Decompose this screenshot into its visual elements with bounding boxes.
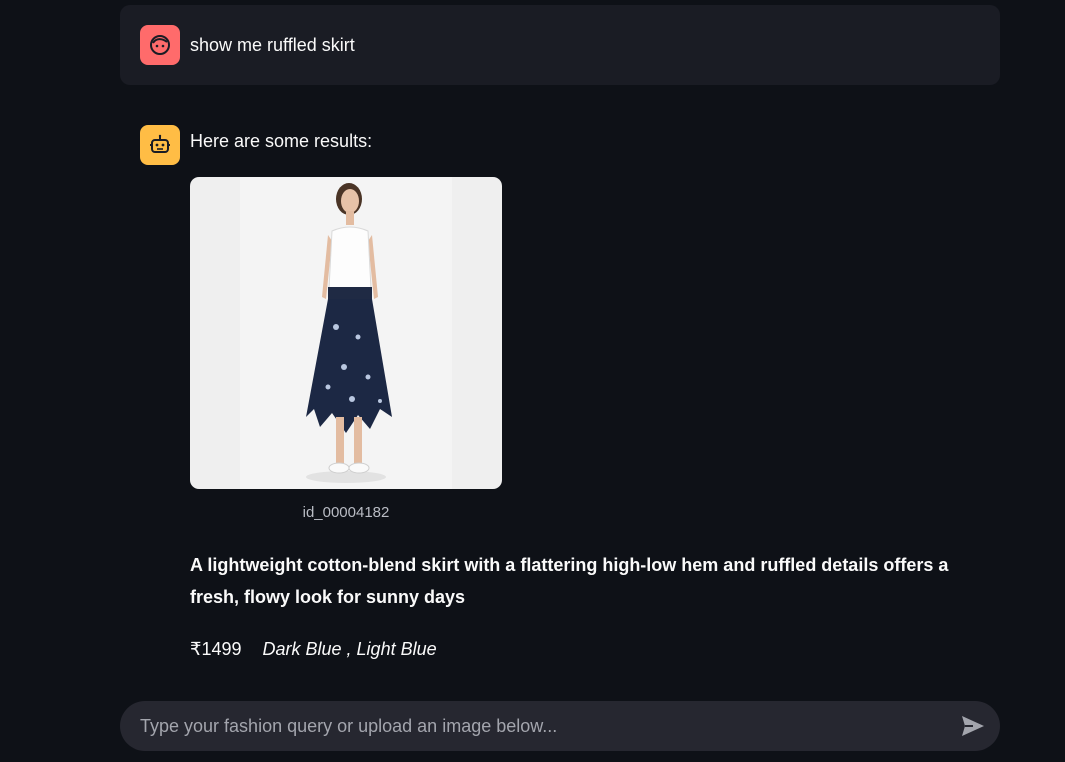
send-icon	[962, 716, 984, 736]
user-message: show me ruffled skirt	[120, 5, 1000, 85]
assistant-avatar	[140, 125, 180, 165]
product-meta-row: ₹1499 Dark Blue , Light Blue	[190, 636, 437, 662]
chat-input-bar	[120, 701, 1000, 751]
chat-page: show me ruffled skirt Here are some resu…	[0, 0, 1065, 762]
user-face-icon	[150, 35, 170, 55]
chat-query-input[interactable]	[140, 701, 940, 751]
product-image-card[interactable]	[190, 177, 502, 489]
assistant-message: Here are some results: id_00004182 A lig…	[120, 105, 1000, 685]
user-avatar	[140, 25, 180, 65]
user-message-text: show me ruffled skirt	[190, 35, 355, 55]
product-price: ₹1499	[190, 639, 242, 659]
send-button[interactable]	[960, 713, 986, 739]
product-photo	[240, 177, 452, 489]
woman-in-ruffled-skirt-photo	[240, 177, 452, 489]
product-id-caption: id_00004182	[302, 504, 390, 521]
robot-icon	[150, 134, 170, 153]
product-description: A lightweight cotton-blend skirt with a …	[190, 555, 949, 607]
assistant-intro-text: Here are some results:	[190, 131, 373, 151]
product-colors: Dark Blue , Light Blue	[262, 639, 437, 659]
